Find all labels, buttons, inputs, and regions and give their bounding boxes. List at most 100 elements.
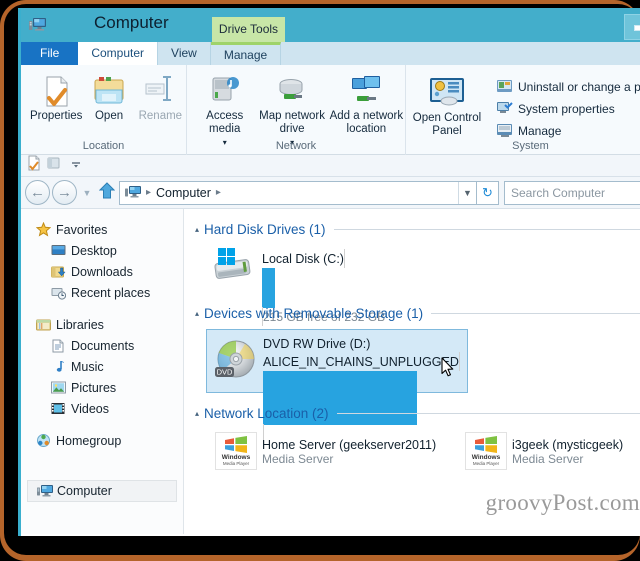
sidebar-item-desktop[interactable]: Desktop: [21, 240, 183, 261]
network-tile-i3geek[interactable]: Windows Media Player i3geek (mysticgeek)…: [456, 429, 640, 473]
drive-tile-dvd-rw-d[interactable]: DVD DVD RW Drive (D:) ALICE_IN_CHAINS_UN…: [206, 329, 468, 443]
drive-info: Local Disk (C:) 215 GB free of 232 GB: [262, 248, 452, 326]
drive-volume-label: ALICE_IN_CHAINS_UNPLUGGED: [263, 355, 459, 369]
sidebar-label: Music: [71, 359, 104, 374]
svg-text:DVD: DVD: [217, 368, 233, 377]
ribbon-button-properties[interactable]: Properties: [29, 70, 83, 123]
contextual-tab-label: Drive Tools: [212, 17, 285, 42]
quick-access-toolbar: [21, 155, 640, 177]
breadcrumb-computer[interactable]: Computer: [153, 186, 214, 200]
ribbon-button-add-network-location[interactable]: Add a network location: [328, 70, 405, 136]
manage-icon: [496, 122, 518, 140]
group-title: Devices with Removable Storage (1): [204, 305, 424, 321]
ribbon-button-map-network-drive[interactable]: Map network drive ▾: [256, 70, 327, 149]
ribbon-item-system-properties[interactable]: System properties: [496, 98, 640, 120]
ribbon-label: Access media: [206, 110, 244, 135]
ribbon-button-open-control-panel[interactable]: Open Control Panel: [406, 70, 488, 142]
sidebar-label: Pictures: [71, 380, 117, 395]
tab-manage[interactable]: Manage: [210, 42, 282, 65]
sidebar-label: Videos: [71, 401, 109, 416]
ribbon: Properties Open Rename Location Access m…: [21, 65, 640, 155]
music-icon: [51, 359, 71, 375]
sidebar-item-recent-places[interactable]: Recent places: [21, 282, 183, 303]
system-properties-icon: [496, 100, 518, 118]
map-network-drive-icon: [256, 74, 327, 110]
recent-locations-button[interactable]: ▼: [79, 188, 95, 198]
sidebar-label: Computer: [57, 484, 112, 498]
videos-icon: [51, 401, 71, 417]
sidebar-item-downloads[interactable]: Downloads: [21, 261, 183, 282]
sidebar-item-documents[interactable]: Documents: [21, 335, 183, 356]
forward-button[interactable]: →: [52, 180, 77, 205]
group-header-hard-disk-drives[interactable]: ▴ Hard Disk Drives (1): [190, 219, 640, 239]
breadcrumb-separator[interactable]: ▸: [214, 187, 223, 198]
sidebar-label: Desktop: [71, 243, 117, 258]
ribbon-item-manage[interactable]: Manage: [496, 120, 640, 142]
computer-icon: [125, 185, 142, 200]
explorer-window: Computer Drive Tools File Computer View …: [18, 8, 640, 536]
sidebar-label: Downloads: [71, 264, 133, 279]
breadcrumb-dropdown-button[interactable]: ▼: [458, 181, 476, 204]
back-button[interactable]: ←: [25, 180, 50, 205]
sidebar-item-pictures[interactable]: Pictures: [21, 377, 183, 398]
group-title: Hard Disk Drives (1): [204, 221, 326, 237]
wmp-logo-line2: Media Player: [222, 460, 250, 466]
windows-media-player-icon: Windows Media Player: [210, 432, 262, 470]
group-items-hard-disk-drives: Local Disk (C:) 215 GB free of 232 GB: [190, 239, 640, 326]
ribbon-button-rename[interactable]: Rename: [135, 70, 186, 123]
wmp-logo-line1: Windows: [471, 453, 501, 461]
ribbon-group-network: Access media ▾ Map network drive ▾ Add a…: [187, 65, 406, 155]
ribbon-group-title: Location: [82, 140, 125, 152]
access-media-icon: [193, 74, 256, 110]
group-header-removable-storage[interactable]: ▴ Devices with Removable Storage (1): [190, 303, 640, 323]
sidebar-item-music[interactable]: Music: [21, 356, 183, 377]
watermark: groovyPost.com: [485, 490, 640, 515]
ribbon-group-title: System: [512, 140, 549, 152]
back-arrow-icon: ←: [30, 184, 45, 201]
ribbon-item-label: System properties: [518, 102, 615, 116]
refresh-button[interactable]: ↻: [477, 180, 499, 205]
minimize-button[interactable]: [624, 14, 640, 40]
ribbon-label: Add a network location: [329, 110, 404, 135]
ribbon-label: Properties: [30, 110, 83, 122]
sidebar-item-homegroup[interactable]: Homegroup: [21, 430, 183, 451]
group-divider: [333, 228, 640, 230]
breadcrumb-bar[interactable]: ▸ Computer ▸ ▼: [119, 180, 477, 205]
network-info: i3geek (mysticgeek) Media Server: [512, 432, 640, 470]
group-items-network-location: Windows Media Player Home Server (geekse…: [190, 423, 640, 483]
drive-name: DVD RW Drive (D:): [263, 337, 371, 351]
sidebar-item-computer[interactable]: Computer: [27, 480, 177, 502]
network-name: Home Server (geekserver2011): [262, 438, 437, 452]
documents-icon: [51, 338, 71, 354]
ribbon-item-label: Uninstall or change a pro: [518, 80, 640, 94]
tab-file[interactable]: File: [21, 42, 79, 65]
sidebar-item-favorites[interactable]: Favorites: [21, 219, 183, 240]
minimize-icon: [634, 25, 640, 31]
ribbon-label: Open Control Panel: [412, 112, 482, 137]
rename-icon: [135, 74, 186, 110]
windows-media-player-icon: Windows Media Player: [460, 432, 512, 470]
sidebar-item-videos[interactable]: Videos: [21, 398, 183, 419]
tab-computer[interactable]: Computer: [78, 42, 159, 65]
network-subtitle: Media Server: [512, 452, 584, 466]
drive-tile-local-disk-c[interactable]: Local Disk (C:) 215 GB free of 232 GB: [206, 245, 456, 326]
sidebar-item-libraries[interactable]: Libraries: [21, 314, 183, 335]
recent-places-icon: [51, 285, 71, 301]
open-folder-icon: [83, 74, 134, 110]
up-button[interactable]: [95, 182, 119, 203]
ribbon-button-access-media[interactable]: Access media ▾: [193, 70, 256, 149]
properties-small-icon[interactable]: [26, 155, 42, 176]
group-divider: [336, 412, 640, 414]
uninstall-program-icon: [496, 78, 518, 96]
desktop-icon: [51, 243, 71, 259]
search-input[interactable]: Search Computer: [504, 180, 640, 205]
group-title: Network Location (2): [204, 405, 329, 421]
add-network-location-icon: [328, 74, 405, 110]
ribbon-item-uninstall-program[interactable]: Uninstall or change a pro: [496, 76, 640, 98]
chevron-down-icon[interactable]: [66, 160, 86, 172]
tab-view[interactable]: View: [158, 42, 211, 65]
tabstrip-filler: [281, 42, 640, 65]
new-folder-small-icon[interactable]: [46, 155, 62, 176]
ribbon-button-open[interactable]: Open: [83, 70, 134, 123]
network-tile-home-server[interactable]: Windows Media Player Home Server (geekse…: [206, 429, 456, 473]
